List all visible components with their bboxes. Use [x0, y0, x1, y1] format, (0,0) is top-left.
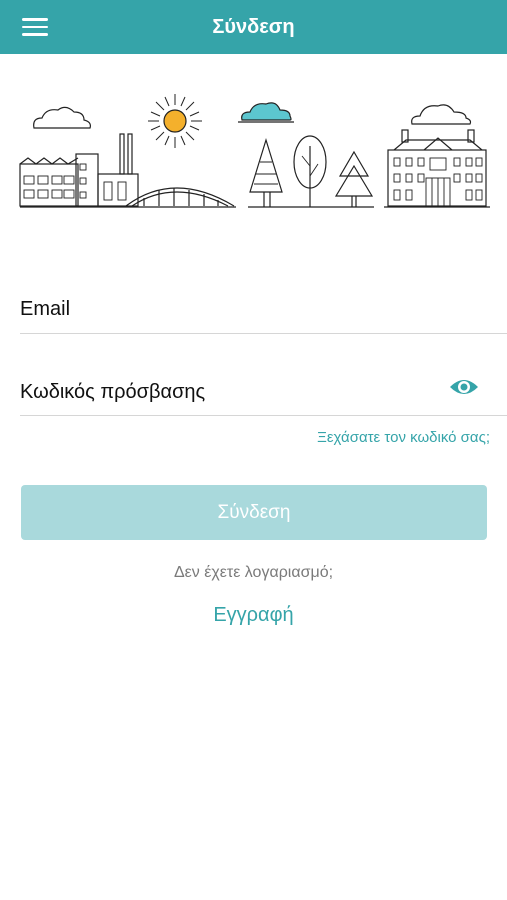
password-placeholder: Κωδικός πρόσβασης [20, 381, 206, 403]
mansion-icon [384, 129, 490, 208]
eye-icon[interactable] [448, 374, 480, 400]
trees-icon [248, 135, 374, 208]
factory-icon [19, 133, 236, 208]
forgot-password-link[interactable]: Ξεχάσατε τον κωδικό σας; [317, 429, 490, 446]
no-account-text: Δεν έχετε λογαριασμό; [173, 564, 334, 581]
cloud-icon [411, 104, 472, 125]
city-nature-illustration [19, 94, 490, 208]
app-bar: Σύνδεση [0, 0, 507, 54]
cloud-icon [238, 102, 294, 123]
login-button[interactable]: Σύνδεση [21, 485, 487, 540]
sun-icon [148, 94, 202, 148]
page-title: Σύνδεση [212, 16, 295, 38]
email-placeholder: Email [20, 298, 71, 320]
email-field[interactable]: Email [20, 286, 507, 334]
cloud-icon [33, 106, 91, 129]
register-link[interactable]: Εγγραφή [0, 604, 507, 627]
password-field[interactable]: Κωδικός πρόσβασης [20, 368, 507, 416]
